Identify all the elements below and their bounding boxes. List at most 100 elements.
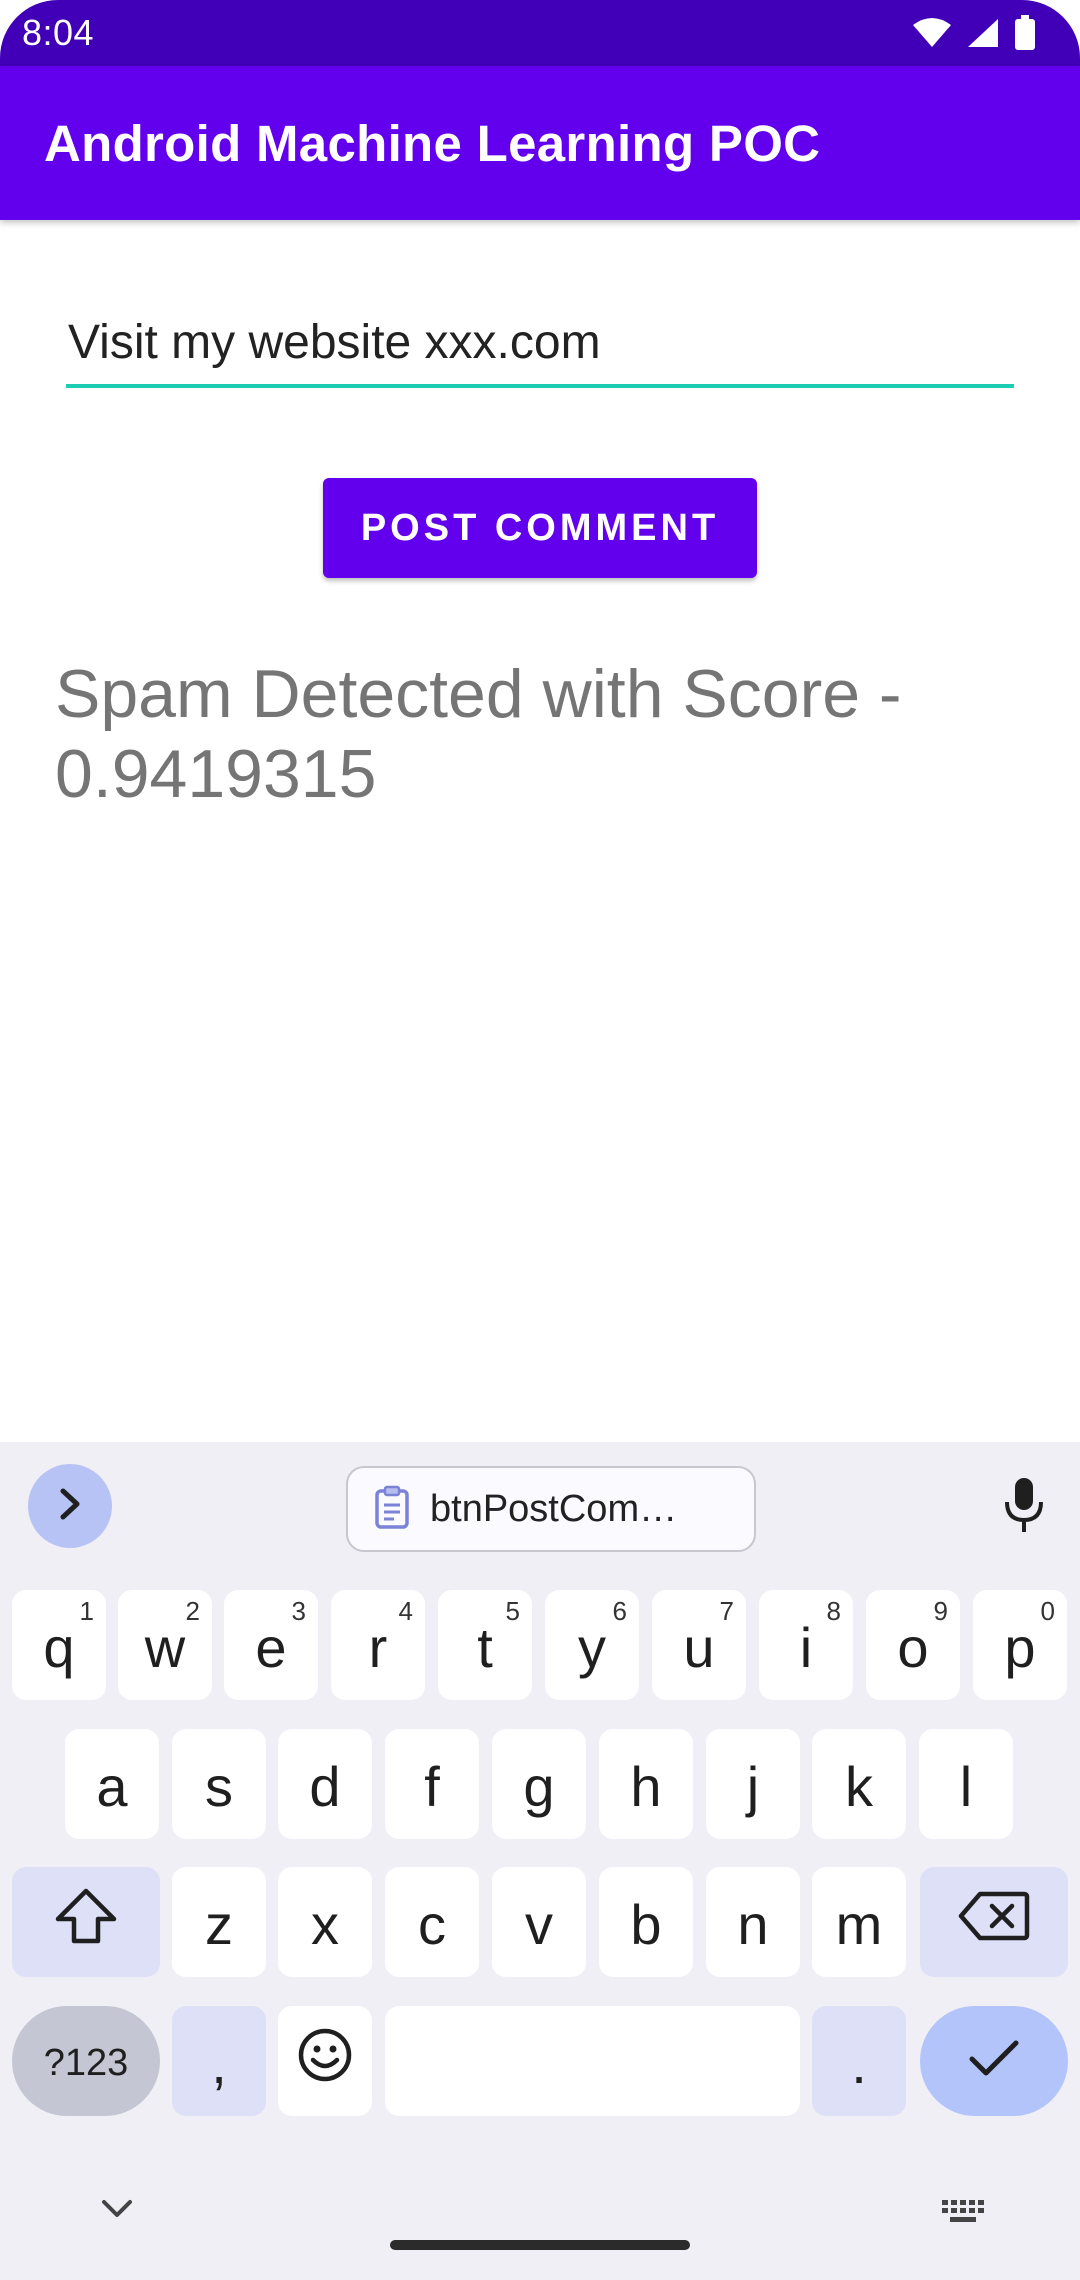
- app-bar: Android Machine Learning POC: [0, 66, 1080, 220]
- key-hint: 3: [291, 1596, 306, 1626]
- key-hint: 4: [398, 1596, 413, 1626]
- key-g[interactable]: g: [492, 1729, 586, 1839]
- key-letter: h: [630, 1754, 662, 1818]
- signal-icon: [966, 17, 1000, 49]
- spam-result-text: Spam Detected with Score - 0.9419315: [55, 656, 902, 812]
- microphone-icon: [1002, 1476, 1046, 1539]
- key-o[interactable]: o9: [866, 1590, 960, 1700]
- key-hint: 7: [719, 1596, 734, 1626]
- keyboard-bottom-bar: [0, 2158, 1080, 2280]
- shift-icon: [54, 1887, 118, 1958]
- comma-key[interactable]: ,: [172, 2006, 266, 2116]
- key-i[interactable]: i8: [759, 1590, 853, 1700]
- key-letter: m: [835, 1892, 883, 1956]
- key-v[interactable]: v: [492, 1867, 586, 1977]
- key-letter: d: [309, 1754, 341, 1818]
- key-hint: 5: [505, 1596, 520, 1626]
- key-letter: w: [144, 1615, 186, 1679]
- key-n[interactable]: n: [706, 1867, 800, 1977]
- key-letter: a: [96, 1754, 128, 1818]
- key-letter: q: [43, 1615, 75, 1679]
- checkmark-icon: [966, 2029, 1022, 2094]
- app-title: Android Machine Learning POC: [44, 114, 821, 172]
- comment-field[interactable]: [66, 306, 1014, 388]
- key-c[interactable]: c: [385, 1867, 479, 1977]
- key-letter: v: [525, 1892, 553, 1956]
- key-letter: o: [897, 1615, 929, 1679]
- key-hint: 2: [185, 1596, 200, 1626]
- key-x[interactable]: x: [278, 1867, 372, 1977]
- status-icons: [912, 15, 1036, 51]
- key-e[interactable]: e3: [224, 1590, 318, 1700]
- key-letter: k: [845, 1754, 873, 1818]
- period-key[interactable]: .: [812, 2006, 906, 2116]
- backspace-key[interactable]: [920, 1867, 1068, 1977]
- key-letter: z: [205, 1892, 233, 1956]
- key-m[interactable]: m: [812, 1867, 906, 1977]
- screen: 8:04 Android Machine Learning POC POST C…: [0, 0, 1080, 2280]
- key-letter: u: [683, 1615, 715, 1679]
- key-letter: r: [368, 1615, 388, 1679]
- comma-key-label: ,: [211, 2031, 227, 2095]
- key-hint: 0: [1040, 1596, 1055, 1626]
- emoji-key[interactable]: [278, 2006, 372, 2116]
- emoji-icon: [297, 2027, 353, 2096]
- key-letter: i: [799, 1615, 813, 1679]
- symbols-key-label: ?123: [43, 2041, 129, 2084]
- keyboard-toolbar: btnPostCom…: [0, 1442, 1080, 1566]
- key-hint: 8: [826, 1596, 841, 1626]
- key-h[interactable]: h: [599, 1729, 693, 1839]
- key-s[interactable]: s: [172, 1729, 266, 1839]
- key-f[interactable]: f: [385, 1729, 479, 1839]
- key-j[interactable]: j: [706, 1729, 800, 1839]
- key-hint: 1: [79, 1596, 94, 1626]
- post-comment-button[interactable]: POST COMMENT: [323, 478, 757, 578]
- key-hint: 9: [933, 1596, 948, 1626]
- space-key[interactable]: [385, 2006, 800, 2116]
- soft-keyboard: btnPostCom… q1 w2 e3 r4 t5 y6 u7 i8 o9 p…: [0, 1442, 1080, 2280]
- comment-input[interactable]: [66, 306, 1014, 378]
- key-z[interactable]: z: [172, 1867, 266, 1977]
- key-letter: t: [477, 1615, 493, 1679]
- key-p[interactable]: p0: [973, 1590, 1067, 1700]
- key-k[interactable]: k: [812, 1729, 906, 1839]
- chevron-down-icon[interactable]: [98, 2196, 136, 2227]
- key-d[interactable]: d: [278, 1729, 372, 1839]
- key-letter: g: [523, 1754, 555, 1818]
- shift-key[interactable]: [12, 1867, 160, 1977]
- key-b[interactable]: b: [599, 1867, 693, 1977]
- key-hint: 6: [612, 1596, 627, 1626]
- backspace-icon: [958, 1890, 1030, 1955]
- battery-icon: [1014, 15, 1036, 51]
- key-l[interactable]: l: [919, 1729, 1013, 1839]
- key-letter: n: [737, 1892, 769, 1956]
- wifi-icon: [912, 17, 952, 49]
- key-letter: f: [424, 1754, 440, 1818]
- symbols-key[interactable]: ?123: [12, 2006, 160, 2116]
- key-letter: c: [418, 1892, 446, 1956]
- key-w[interactable]: w2: [118, 1590, 212, 1700]
- gesture-nav-handle[interactable]: [390, 2240, 690, 2250]
- clipboard-icon: [374, 1485, 410, 1534]
- chevron-right-icon: [55, 1487, 85, 1526]
- keyboard-icon[interactable]: [940, 2198, 986, 2231]
- key-letter: p: [1004, 1615, 1036, 1679]
- key-letter: j: [746, 1754, 760, 1818]
- key-letter: e: [255, 1615, 287, 1679]
- key-a[interactable]: a: [65, 1729, 159, 1839]
- voice-input-button[interactable]: [994, 1472, 1054, 1542]
- keyboard-expand-button[interactable]: [28, 1464, 112, 1548]
- key-t[interactable]: t5: [438, 1590, 532, 1700]
- status-time: 8:04: [22, 12, 95, 53]
- clipboard-chip-text: btnPostCom…: [430, 1487, 678, 1530]
- key-q[interactable]: q1: [12, 1590, 106, 1700]
- key-letter: y: [578, 1615, 606, 1679]
- clipboard-suggestion-chip[interactable]: btnPostCom…: [346, 1466, 756, 1552]
- key-letter: s: [205, 1754, 233, 1818]
- key-u[interactable]: u7: [652, 1590, 746, 1700]
- key-y[interactable]: y6: [545, 1590, 639, 1700]
- period-key-label: .: [851, 2031, 867, 2095]
- key-r[interactable]: r4: [331, 1590, 425, 1700]
- enter-key[interactable]: [920, 2006, 1068, 2116]
- key-letter: l: [959, 1754, 973, 1818]
